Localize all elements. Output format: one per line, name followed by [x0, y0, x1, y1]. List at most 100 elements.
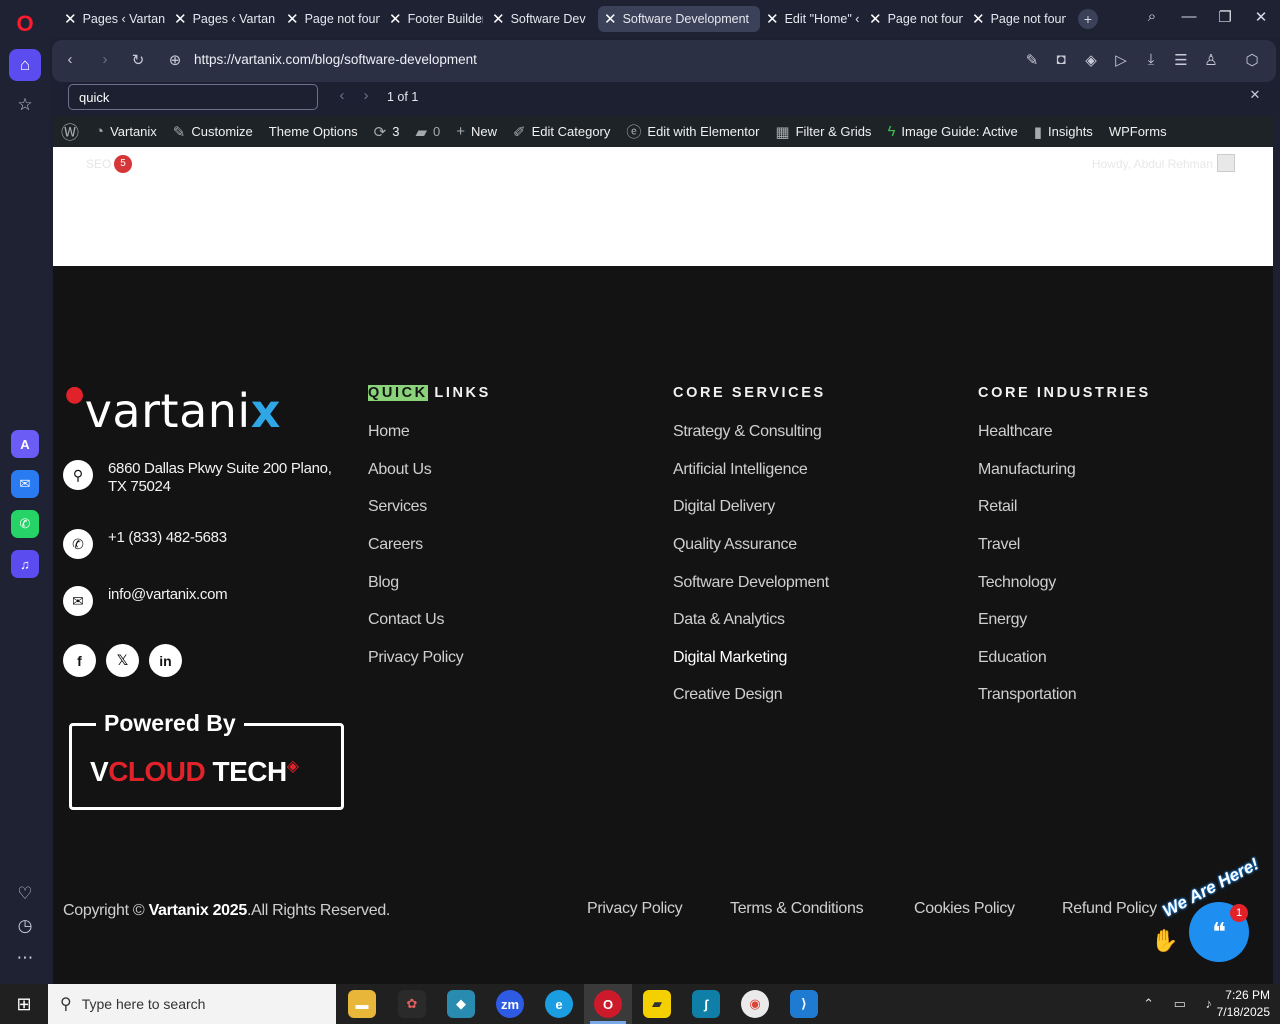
footer-link[interactable]: Transportation [978, 686, 1077, 704]
facebook-icon[interactable]: f [63, 644, 96, 677]
footer-link[interactable]: Software Development [673, 574, 829, 592]
reload-icon[interactable]: ↻ [128, 51, 148, 69]
footer-link[interactable]: Manufacturing [978, 461, 1076, 479]
sticky-notes-icon[interactable]: ▰ [643, 990, 671, 1018]
taskbar-search[interactable]: ⚲ Type here to search [48, 984, 336, 1024]
footer-link[interactable]: Careers [368, 536, 423, 554]
home-icon[interactable]: ⌂ [9, 49, 41, 81]
footer-link[interactable]: Healthcare [978, 423, 1053, 441]
opera-browser-icon[interactable]: O [594, 990, 622, 1018]
footer-link[interactable]: Travel [978, 536, 1020, 554]
find-input[interactable] [68, 84, 318, 110]
email-link[interactable]: info@vartanix.com [108, 586, 228, 604]
site-name-button[interactable]: ◔ Vartanix [87, 116, 165, 147]
chrome-browser-icon[interactable]: ◉ [741, 990, 769, 1018]
insights-button[interactable]: ▮ Insights [1026, 116, 1101, 147]
comments-button[interactable]: ▰ 0 [407, 116, 448, 147]
tab[interactable]: ✕ Software Deve [486, 6, 586, 32]
new-content-button[interactable]: + New [448, 116, 505, 147]
zoom-app-icon[interactable]: zm [496, 990, 524, 1018]
legal-link[interactable]: Privacy Policy [587, 900, 683, 918]
wp-logo-button[interactable]: Ⓦ [53, 116, 87, 147]
app-icon[interactable]: ◆ [447, 990, 475, 1018]
footer-link[interactable]: Digital Marketing [673, 649, 787, 667]
tab[interactable]: ✕ Footer Builder [383, 6, 483, 32]
more-icon[interactable]: ⋯ [9, 942, 41, 974]
shield-icon[interactable]: ◈ [1081, 51, 1101, 69]
phone-link[interactable]: +1 (833) 482-5683 [108, 529, 227, 547]
tab[interactable]: ✕ Edit "Home" ‹ [760, 6, 860, 32]
download-icon[interactable]: ⤓ [1141, 51, 1161, 68]
legal-link[interactable]: Cookies Policy [914, 900, 1015, 918]
file-explorer-icon[interactable]: ▬ [348, 990, 376, 1018]
seo-menu-label[interactable]: SEO [86, 157, 111, 171]
footer-link[interactable]: Blog [368, 574, 399, 592]
footer-link[interactable]: Creative Design [673, 686, 783, 704]
page-scrollbar[interactable] [1273, 116, 1280, 984]
new-tab-icon[interactable]: + [1078, 9, 1098, 29]
theme-options-button[interactable]: Theme Options [261, 116, 366, 147]
tab[interactable]: ✕ Page not foun [863, 6, 963, 32]
forward-icon[interactable]: › [95, 51, 115, 68]
tab[interactable]: ✕ Page not foun [966, 6, 1066, 32]
tab[interactable]: ✕ Pages ‹ Vartan [58, 6, 166, 32]
menu-icon[interactable]: ☰ [1171, 51, 1191, 69]
footer-link[interactable]: Home [368, 423, 410, 441]
restore-icon[interactable]: ❐ [1213, 8, 1237, 26]
legal-link[interactable]: Terms & Conditions [730, 900, 864, 918]
profile-icon[interactable]: ♙ [1201, 51, 1221, 69]
linkedin-icon[interactable]: in [149, 644, 182, 677]
back-icon[interactable]: ‹ [60, 51, 80, 68]
site-info-icon[interactable]: ⊕ [165, 51, 185, 69]
vartanix-logo[interactable]: ●vartanix [65, 382, 281, 438]
aria-app-icon[interactable]: A [11, 430, 39, 458]
windows-start-icon[interactable]: ⊞ [0, 984, 48, 1024]
footer-link[interactable]: Digital Delivery [673, 498, 775, 516]
tab-active[interactable]: ✕ Software Development [598, 6, 760, 32]
system-tray[interactable]: ⌃ ▭ ♪ [1143, 996, 1220, 1012]
footer-link[interactable]: Quality Assurance [673, 536, 797, 554]
taskbar-clock[interactable]: 7:26 PM 7/18/2025 [1217, 987, 1270, 1021]
powered-by-box[interactable]: Powered By VCLOUD TECH◈ [69, 710, 344, 810]
footer-link[interactable]: About Us [368, 461, 432, 479]
updates-button[interactable]: ⟳ 3 [366, 116, 408, 147]
footer-link[interactable]: Technology [978, 574, 1056, 592]
minimize-icon[interactable]: — [1177, 8, 1201, 25]
footer-link[interactable]: Energy [978, 611, 1027, 629]
customize-button[interactable]: ✎ Customize [165, 116, 261, 147]
vscode-icon[interactable]: ⟩ [790, 990, 818, 1018]
messenger-icon[interactable]: ✉ [11, 470, 39, 498]
extensions-icon[interactable]: ⬡ [1242, 51, 1262, 69]
legal-link[interactable]: Refund Policy [1062, 900, 1157, 918]
paint-app-icon[interactable]: ✿ [398, 990, 426, 1018]
tab[interactable]: ✕ Page not foun [280, 6, 380, 32]
edit-category-button[interactable]: ✐ Edit Category [505, 116, 618, 147]
app-icon[interactable]: ʃ [692, 990, 720, 1018]
filter-grids-button[interactable]: ▦ Filter & Grids [767, 116, 879, 147]
edge-browser-icon[interactable]: e [545, 990, 573, 1018]
footer-link[interactable]: Data & Analytics [673, 611, 785, 629]
url-field[interactable]: https://vartanix.com/blog/software-devel… [194, 52, 477, 67]
star-icon[interactable]: ☆ [9, 89, 41, 121]
music-player-icon[interactable]: ♫ [11, 550, 39, 578]
avatar[interactable] [1217, 154, 1235, 172]
footer-link[interactable]: Contact Us [368, 611, 444, 629]
find-next-icon[interactable]: › [356, 87, 376, 104]
footer-link[interactable]: Artificial Intelligence [673, 461, 808, 479]
tab-search-icon[interactable]: ⌕ [1140, 8, 1164, 25]
footer-link[interactable]: Services [368, 498, 427, 516]
play-icon[interactable]: ▷ [1111, 51, 1131, 69]
x-twitter-icon[interactable]: 𝕏 [106, 644, 139, 677]
whatsapp-icon[interactable]: ✆ [11, 510, 39, 538]
edit-icon[interactable]: ✎ [1022, 51, 1042, 69]
close-find-icon[interactable]: ✕ [1245, 87, 1265, 103]
heart-icon[interactable]: ♡ [9, 878, 41, 910]
find-previous-icon[interactable]: ‹ [332, 87, 352, 104]
footer-link[interactable]: Education [978, 649, 1047, 667]
image-guide-button[interactable]: ϟ Image Guide: Active [879, 116, 1025, 147]
footer-link[interactable]: Privacy Policy [368, 649, 464, 667]
howdy-user[interactable]: Howdy, Abdul Rehman [1092, 157, 1213, 171]
footer-link[interactable]: Strategy & Consulting [673, 423, 822, 441]
history-icon[interactable]: ◷ [9, 910, 41, 942]
opera-logo-icon[interactable]: O [9, 8, 41, 40]
